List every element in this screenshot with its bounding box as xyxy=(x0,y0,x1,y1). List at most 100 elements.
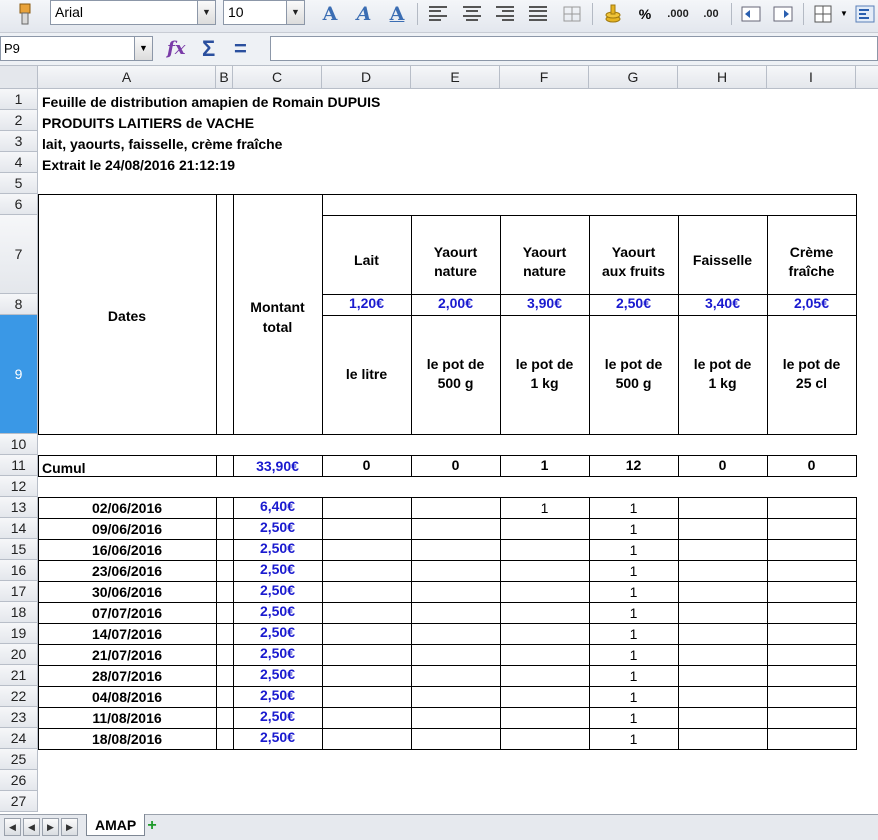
column-header-i[interactable]: I xyxy=(767,66,856,89)
row-header-4[interactable]: 4 xyxy=(0,152,38,173)
product-price[interactable]: 2,05€ xyxy=(767,295,856,311)
entry-total[interactable]: 2,50€ xyxy=(233,582,322,598)
row-header-21[interactable]: 21 xyxy=(0,665,38,686)
chevron-down-icon[interactable]: ▼ xyxy=(134,37,152,60)
entry-date[interactable]: 28/07/2016 xyxy=(38,668,216,684)
first-sheet-icon[interactable]: ◀ xyxy=(4,818,21,836)
cumul-value[interactable]: 0 xyxy=(678,457,767,473)
row-header-20[interactable]: 20 xyxy=(0,644,38,665)
next-sheet-icon[interactable]: ▶ xyxy=(42,818,59,836)
entry-date[interactable]: 09/06/2016 xyxy=(38,521,216,537)
entry-qty-yaourt-fruits[interactable]: 1 xyxy=(589,710,678,726)
entry-qty-yaourt-fruits[interactable]: 1 xyxy=(589,689,678,705)
row-header-10[interactable]: 10 xyxy=(0,434,38,455)
title-line-1[interactable]: Feuille de distribution amapien de Romai… xyxy=(42,94,380,110)
column-header-e[interactable]: E xyxy=(411,66,500,89)
entry-date[interactable]: 14/07/2016 xyxy=(38,626,216,642)
entry-date[interactable]: 02/06/2016 xyxy=(38,500,216,516)
row-header-27[interactable]: 27 xyxy=(0,791,38,812)
entry-qty-yaourt-fruits[interactable]: 1 xyxy=(589,647,678,663)
entry-total[interactable]: 2,50€ xyxy=(233,729,322,745)
entry-date[interactable]: 18/08/2016 xyxy=(38,731,216,747)
column-header-b[interactable]: B xyxy=(216,66,233,89)
entry-qty-yaourt-fruits[interactable]: 1 xyxy=(589,605,678,621)
entry-date[interactable]: 04/08/2016 xyxy=(38,689,216,705)
row-header-23[interactable]: 23 xyxy=(0,707,38,728)
product-unit-line1[interactable]: le litre xyxy=(322,366,411,382)
row-header-18[interactable]: 18 xyxy=(0,602,38,623)
product-price[interactable]: 3,90€ xyxy=(500,295,589,311)
row-header-24[interactable]: 24 xyxy=(0,728,38,749)
cumul-value[interactable]: 0 xyxy=(767,457,856,473)
percent-icon[interactable]: % xyxy=(632,0,658,27)
column-header-a[interactable]: A xyxy=(38,66,216,89)
row-header-15[interactable]: 15 xyxy=(0,539,38,560)
entry-qty-yaourt-fruits[interactable]: 1 xyxy=(589,563,678,579)
montant-header-line1[interactable]: Montant xyxy=(233,299,322,315)
row-header-7[interactable]: 7 xyxy=(0,215,38,294)
cumul-value[interactable]: 0 xyxy=(411,457,500,473)
italic-icon[interactable]: A xyxy=(350,0,378,27)
product-name-line1[interactable]: Faisselle xyxy=(678,252,767,268)
product-price[interactable]: 3,40€ xyxy=(678,295,767,311)
bold-icon[interactable]: A xyxy=(316,0,344,27)
column-header-c[interactable]: C xyxy=(233,66,322,89)
delete-decimal-icon[interactable]: .00 xyxy=(698,0,724,27)
column-header-g[interactable]: G xyxy=(589,66,678,89)
row-header-8[interactable]: 8 xyxy=(0,294,38,315)
entry-date[interactable]: 21/07/2016 xyxy=(38,647,216,663)
product-unit-line1[interactable]: le pot de xyxy=(589,356,678,372)
product-price[interactable]: 2,00€ xyxy=(411,295,500,311)
entry-date[interactable]: 30/06/2016 xyxy=(38,584,216,600)
entry-qty-yaourt-fruits[interactable]: 1 xyxy=(589,521,678,537)
justify-icon[interactable] xyxy=(525,0,551,27)
entry-qty-yaourt-1kg[interactable]: 1 xyxy=(500,500,589,516)
row-header-11[interactable]: 11 xyxy=(0,455,38,476)
cumul-value[interactable]: 0 xyxy=(322,457,411,473)
align-right-icon[interactable] xyxy=(492,0,518,27)
merge-cells-icon[interactable] xyxy=(559,0,585,27)
entry-total[interactable]: 2,50€ xyxy=(233,624,322,640)
add-sheet-icon[interactable]: + xyxy=(140,817,164,835)
add-decimal-icon[interactable]: .000 xyxy=(664,0,692,27)
product-unit-line1[interactable]: le pot de xyxy=(767,356,856,372)
entry-total[interactable]: 2,50€ xyxy=(233,603,322,619)
column-header-d[interactable]: D xyxy=(322,66,411,89)
entry-date[interactable]: 07/07/2016 xyxy=(38,605,216,621)
column-header-f[interactable]: F xyxy=(500,66,589,89)
entry-date[interactable]: 16/06/2016 xyxy=(38,542,216,558)
row-header-14[interactable]: 14 xyxy=(0,518,38,539)
row-header-9[interactable]: 9 xyxy=(0,315,38,434)
product-name-line1[interactable]: Lait xyxy=(322,252,411,268)
cumul-total[interactable]: 33,90€ xyxy=(233,458,322,474)
entry-total[interactable]: 2,50€ xyxy=(233,540,322,556)
decrease-indent-icon[interactable] xyxy=(738,0,764,27)
product-price[interactable]: 2,50€ xyxy=(589,295,678,311)
entry-qty-yaourt-fruits[interactable]: 1 xyxy=(589,668,678,684)
row-header-2[interactable]: 2 xyxy=(0,110,38,131)
product-price[interactable]: 1,20€ xyxy=(322,295,411,311)
product-name-line1[interactable]: Yaourt xyxy=(411,244,500,260)
underline-icon[interactable]: A xyxy=(383,0,411,27)
cumul-label[interactable]: Cumul xyxy=(42,460,86,476)
product-name-line1[interactable]: Yaourt xyxy=(500,244,589,260)
entry-total[interactable]: 2,50€ xyxy=(233,666,322,682)
borders-dropdown-icon[interactable]: ▼ xyxy=(838,0,850,27)
entry-total[interactable]: 2,50€ xyxy=(233,708,322,724)
chevron-down-icon[interactable]: ▼ xyxy=(286,1,304,24)
row-header-6[interactable]: 6 xyxy=(0,194,38,215)
product-unit-line1[interactable]: le pot de xyxy=(411,356,500,372)
select-all-corner[interactable] xyxy=(0,66,38,89)
align-center-icon[interactable] xyxy=(459,0,485,27)
row-header-5[interactable]: 5 xyxy=(0,173,38,194)
row-header-17[interactable]: 17 xyxy=(0,581,38,602)
entry-qty-yaourt-fruits[interactable]: 1 xyxy=(589,542,678,558)
product-unit-line1[interactable]: le pot de xyxy=(500,356,589,372)
title-line-2[interactable]: PRODUITS LAITIERS de VACHE xyxy=(42,115,254,131)
product-name-line1[interactable]: Yaourt xyxy=(589,244,678,260)
row-header-25[interactable]: 25 xyxy=(0,749,38,770)
row-header-19[interactable]: 19 xyxy=(0,623,38,644)
sheet-tab-amap[interactable]: AMAP xyxy=(86,814,146,836)
cumul-value[interactable]: 1 xyxy=(500,457,589,473)
row-header-26[interactable]: 26 xyxy=(0,770,38,791)
